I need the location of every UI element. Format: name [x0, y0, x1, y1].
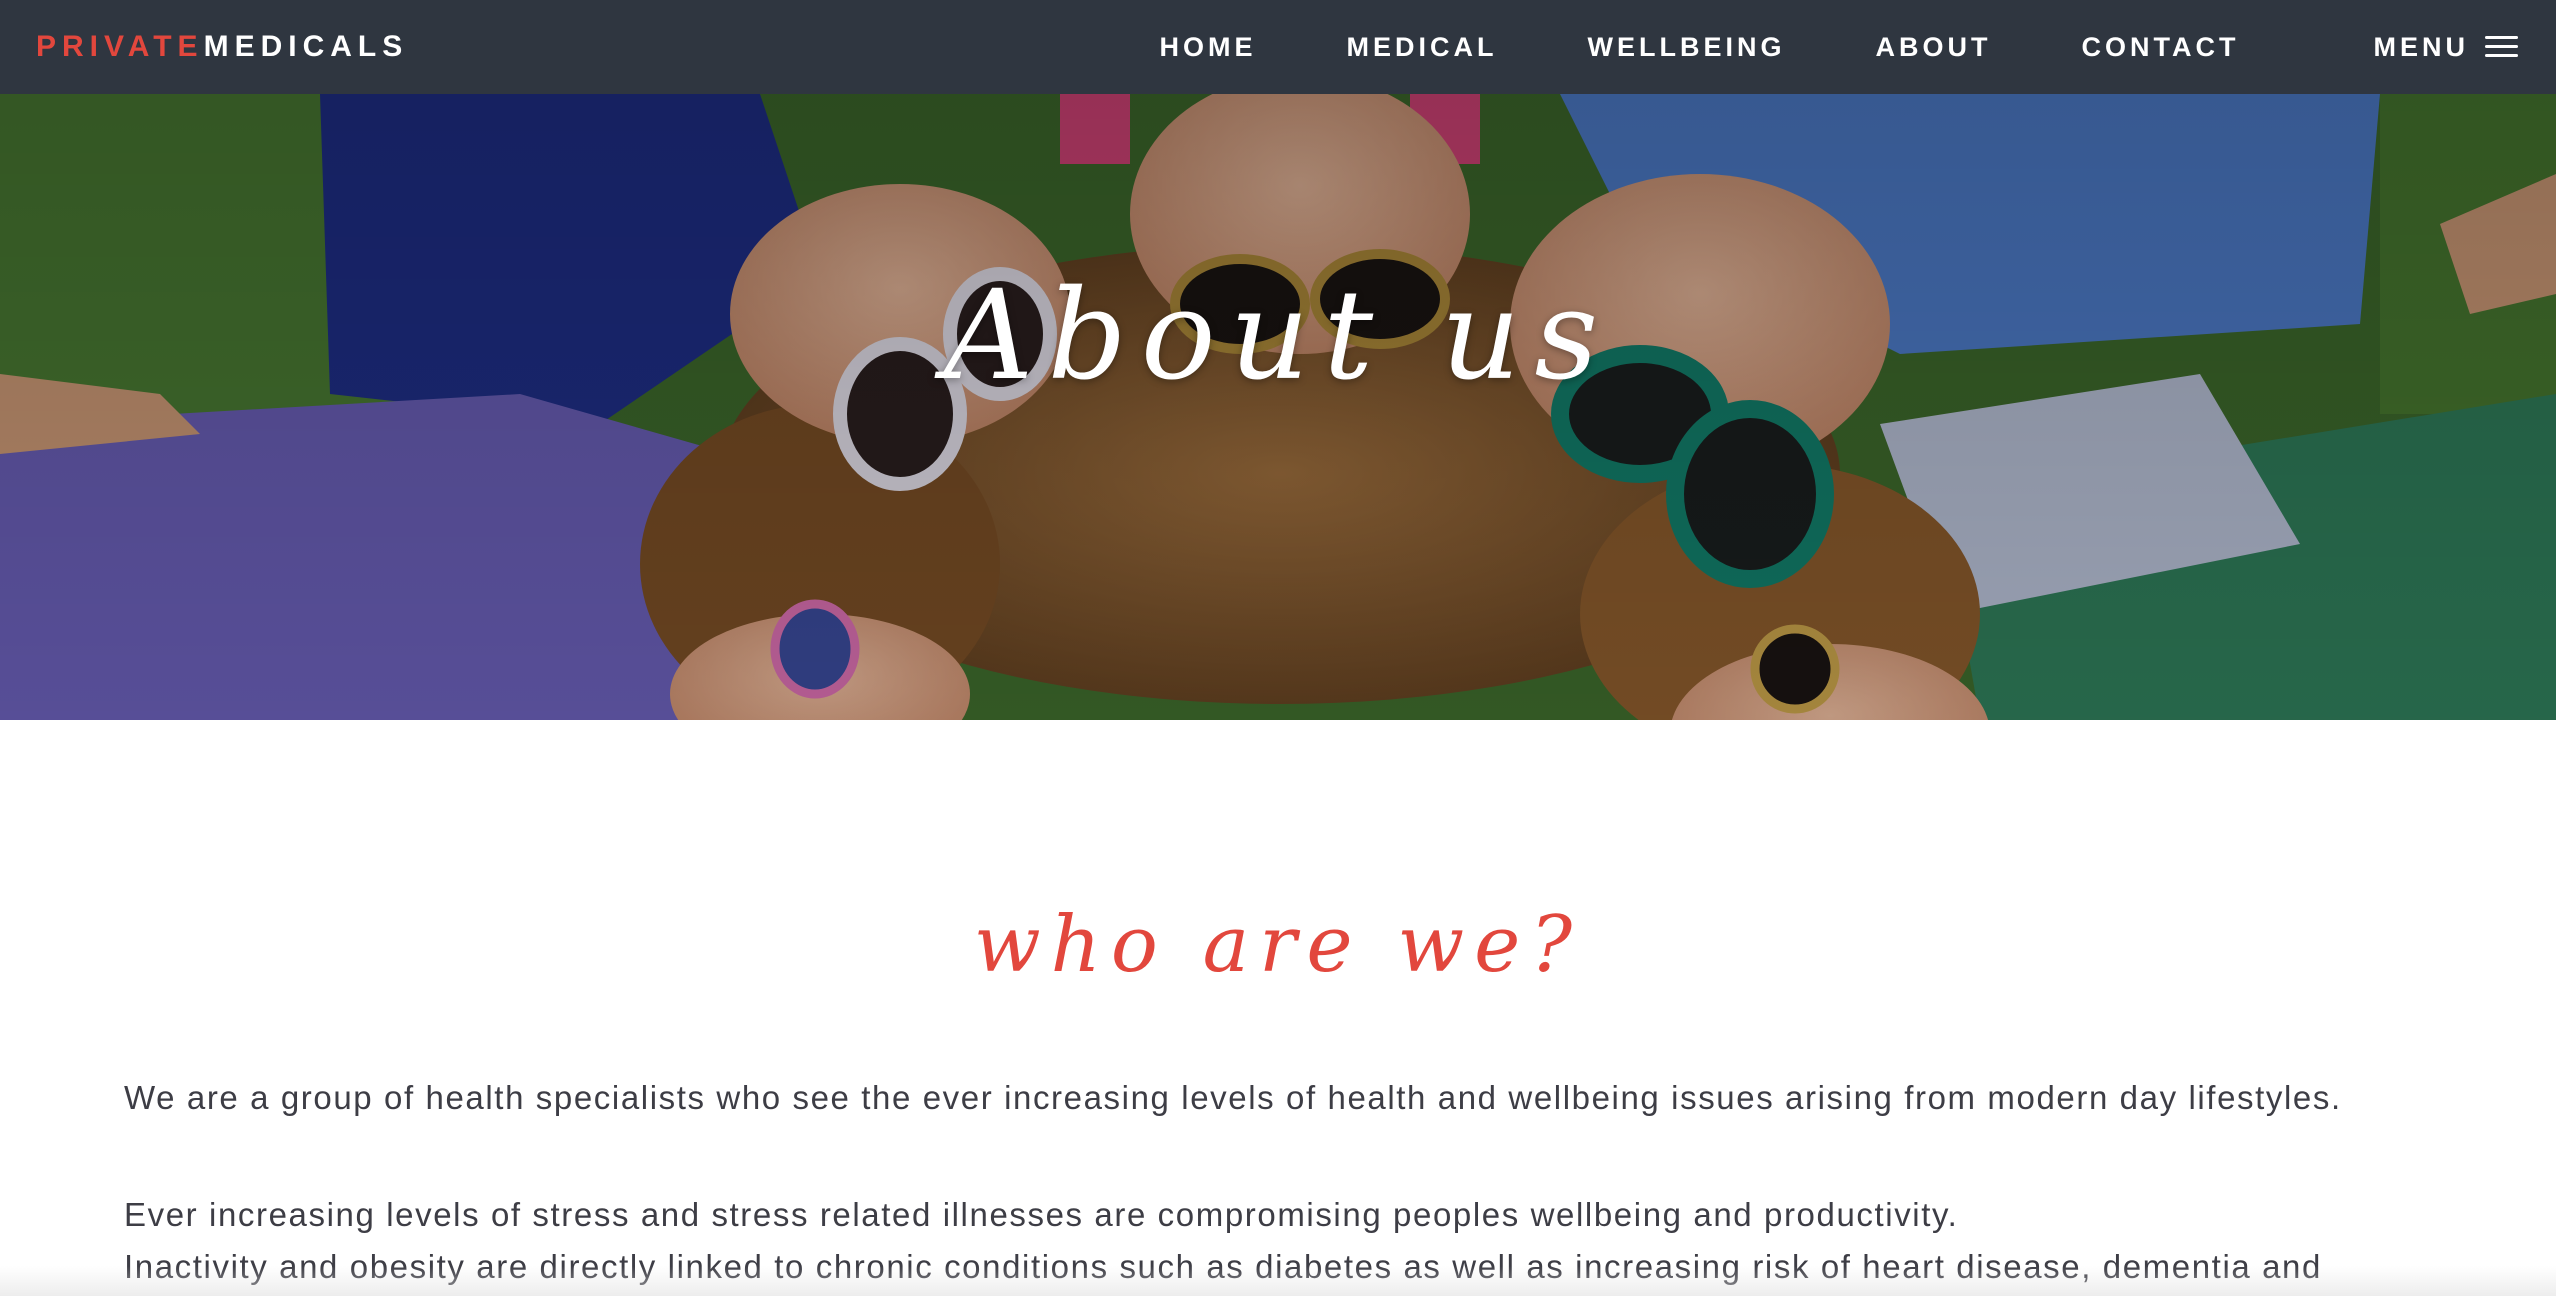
nav-link-home[interactable]: HOME [1160, 32, 1257, 63]
menu-button[interactable]: MENU [2373, 31, 2518, 63]
about-section: who are we? We are a group of health spe… [0, 720, 2556, 1296]
bottom-fade [0, 1266, 2556, 1296]
about-paragraph: Ever increasing levels of stress and str… [124, 1196, 1959, 1233]
brand-logo-suffix: MEDICALS [203, 30, 409, 63]
nav-links: HOME MEDICAL WELLBEING ABOUT CONTACT MEN… [1160, 0, 2518, 94]
menu-label: MENU [2373, 31, 2469, 62]
nav-link-wellbeing[interactable]: WELLBEING [1588, 32, 1786, 63]
top-navbar: PRIVATEMEDICALS HOME MEDICAL WELLBEING A… [0, 0, 2556, 94]
brand-logo[interactable]: PRIVATEMEDICALS [36, 30, 408, 64]
brand-logo-prefix: PRIVATE [36, 30, 204, 63]
section-heading: who are we? [973, 900, 1583, 990]
nav-link-about[interactable]: ABOUT [1876, 32, 1992, 63]
hero-title: About us [943, 264, 1613, 408]
hamburger-icon [2485, 34, 2518, 60]
nav-link-contact[interactable]: CONTACT [2082, 32, 2240, 63]
about-paragraph: We are a group of health specialists who… [124, 1079, 2342, 1116]
hero-banner: About us [0, 94, 2556, 720]
nav-link-medical[interactable]: MEDICAL [1347, 32, 1498, 63]
